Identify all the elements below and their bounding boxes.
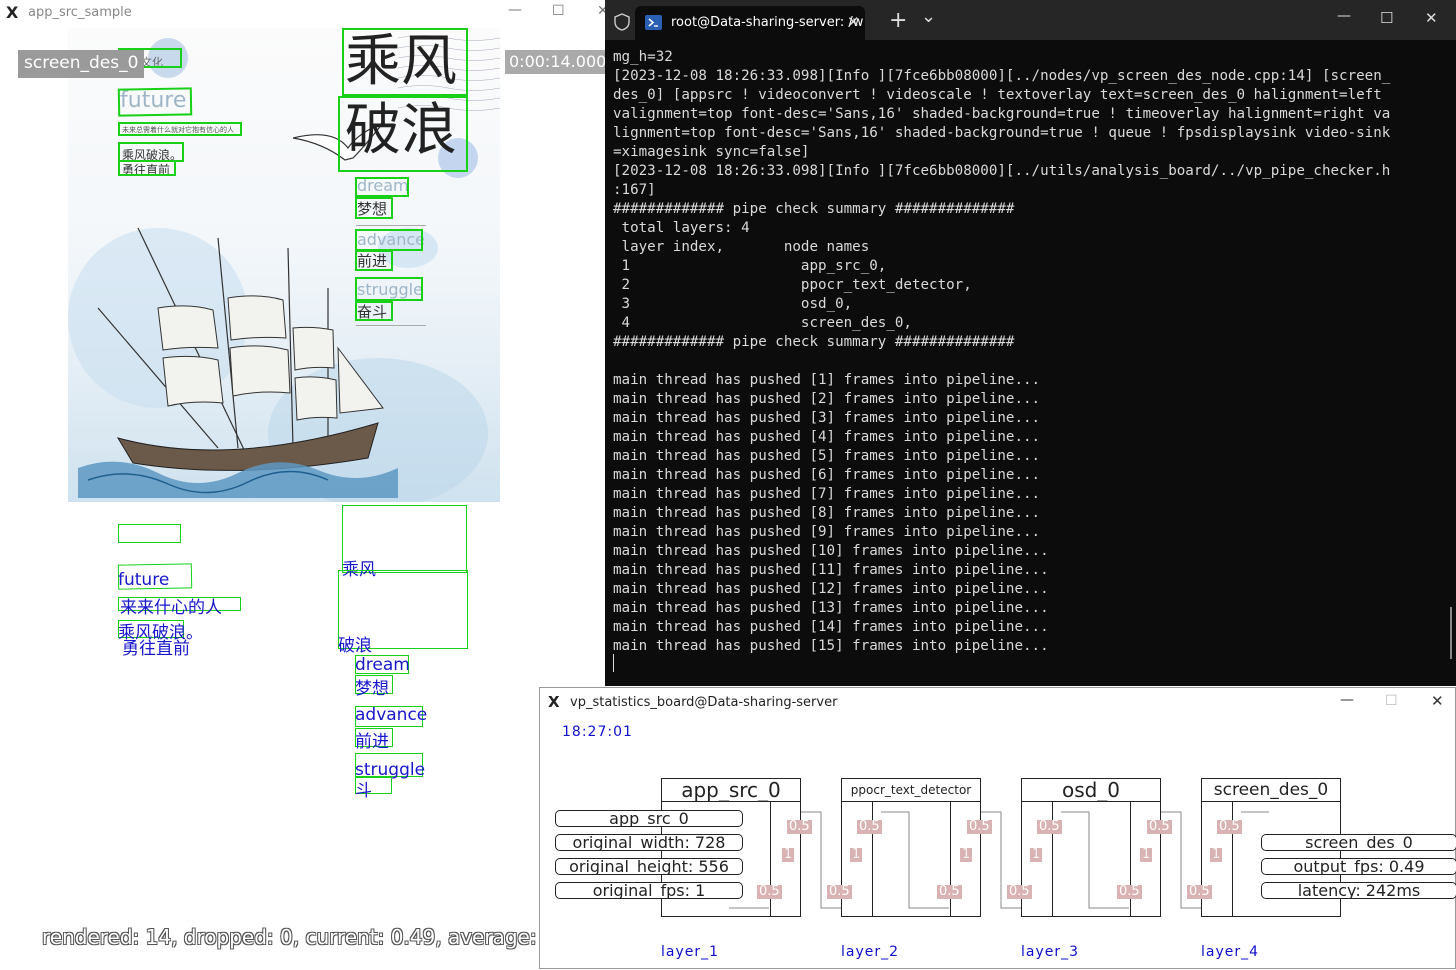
terminal-line: [2023-12-08 18:26:33.098][Info ][7fce6bb…: [613, 68, 1391, 84]
ocr-box: [342, 28, 468, 96]
ocr-result-box: [118, 524, 181, 543]
terminal-line: ############# pipe check summary #######…: [613, 334, 1015, 350]
divider: [356, 325, 426, 326]
terminal-line: layer index, node names: [613, 239, 870, 255]
ocr-result-dream: dream: [355, 655, 410, 675]
new-tab-button[interactable]: +: [889, 8, 907, 33]
terminal-tab-title: root@Data-sharing-server: /w: [671, 15, 864, 30]
terminal-line: main thread has pushed [10] frames into …: [613, 543, 1049, 559]
ocr-result-line4: 勇往直前: [122, 639, 190, 659]
terminal-line: main thread has pushed [4] frames into p…: [613, 429, 1041, 445]
ocr-box: [355, 229, 423, 251]
ocr-result-advance-cn: 前进: [355, 732, 389, 752]
ocr-box: [355, 301, 393, 321]
minimize-button[interactable]: —: [508, 2, 522, 18]
render-stats-overlay: rendered: 14, dropped: 0, current: 0.49,…: [42, 925, 556, 949]
ocr-box: [355, 197, 393, 219]
terminal-line: main thread has pushed [11] frames into …: [613, 562, 1049, 578]
ocr-result-advance: advance: [355, 705, 428, 725]
ocr-result-struggle-cn: 斗: [355, 781, 372, 801]
ocr-result-dream-cn: 梦想: [355, 679, 389, 699]
ocr-result-future: future: [118, 570, 170, 590]
ocr-box: [118, 160, 176, 176]
terminal-line: =ximagesink sync=false]: [613, 144, 810, 160]
app-src-sample-window: X app_src_sample — ☐ ✕ 图文化 乘风 破浪 future …: [0, 0, 611, 969]
window-title: app_src_sample: [28, 5, 132, 20]
tab-close-icon[interactable]: ✕: [847, 13, 860, 31]
terminal-line: total layers: 4: [613, 220, 750, 236]
minimize-button[interactable]: —: [1337, 8, 1351, 24]
ocr-result-t2: 破浪: [338, 636, 372, 656]
terminal-tab[interactable]: root@Data-sharing-server: /w ✕: [635, 6, 865, 40]
maximize-button[interactable]: ☐: [552, 3, 565, 19]
terminal-line: 2 ppocr_text_detector,: [613, 277, 972, 293]
terminal-line: valignment=top font-desc='Sans,16' shade…: [613, 106, 1391, 122]
terminal-line: main thread has pushed [12] frames into …: [613, 581, 1049, 597]
terminal-line: main thread has pushed [2] frames into p…: [613, 391, 1041, 407]
sailing-ship-illustration: [78, 227, 398, 498]
terminal-line: :167]: [613, 182, 656, 198]
terminal-line: main thread has pushed [15] frames into …: [613, 638, 1049, 654]
ocr-box: [117, 87, 193, 117]
left-titlebar[interactable]: X app_src_sample — ☐ ✕: [0, 0, 609, 26]
terminal-line: main thread has pushed [5] frames into p…: [613, 448, 1041, 464]
terminal-tab-bar: root@Data-sharing-server: /w ✕ + ⌄ — ☐ ✕: [605, 0, 1456, 40]
terminal-line: main thread has pushed [3] frames into p…: [613, 410, 1041, 426]
divider: [356, 225, 426, 226]
terminal-scrollbar[interactable]: [1450, 607, 1452, 659]
terminal-line: mg_h=32: [613, 49, 673, 65]
terminal-line: [2023-12-08 18:26:33.098][Info ][7fce6bb…: [613, 163, 1391, 179]
terminal-line: main thread has pushed [8] frames into p…: [613, 505, 1041, 521]
ocr-box: [355, 177, 409, 197]
terminal-output[interactable]: mg_h=32 [2023-12-08 18:26:33.098][Info ][…: [613, 48, 1443, 656]
osd-time-label: 0:00:14.000: [505, 50, 611, 74]
terminal-line: 4 screen_des_0,: [613, 315, 912, 331]
terminal-line: 1 app_src_0,: [613, 258, 887, 274]
ocr-box: [118, 142, 184, 162]
terminal-line: ############# pipe check summary #######…: [613, 201, 1015, 217]
terminal-line: main thread has pushed [1] frames into p…: [613, 372, 1041, 388]
ocr-box: [355, 277, 423, 301]
terminal-line: main thread has pushed [14] frames into …: [613, 619, 1049, 635]
terminal-line: lignment=top font-desc='Sans,16' shaded-…: [613, 125, 1391, 141]
terminal-line: main thread has pushed [9] frames into p…: [613, 524, 1041, 540]
statistics-board-window: X vp_statistics_board@Data-sharing-serve…: [539, 687, 1456, 969]
terminal-window[interactable]: root@Data-sharing-server: /w ✕ + ⌄ — ☐ ✕…: [605, 0, 1456, 686]
maximize-button[interactable]: ☐: [1380, 9, 1393, 27]
tab-dropdown-icon[interactable]: ⌄: [921, 6, 936, 27]
x11-logo-icon: X: [6, 3, 19, 22]
terminal-line: main thread has pushed [7] frames into p…: [613, 486, 1041, 502]
osd-node-name-label: screen_des_0: [18, 50, 145, 78]
ocr-box: [355, 250, 393, 271]
shield-icon: [614, 13, 630, 31]
powershell-icon: [645, 15, 662, 30]
ocr-result-line2: 来来什心的人: [120, 598, 222, 618]
terminal-cursor: [613, 654, 614, 672]
terminal-line: 3 osd_0,: [613, 296, 853, 312]
pipeline-connectors: [729, 811, 1269, 909]
terminal-line: des_0] [appsrc ! videoconvert ! videosca…: [613, 87, 1382, 103]
terminal-line: main thread has pushed [6] frames into p…: [613, 467, 1041, 483]
ocr-box: [118, 122, 242, 136]
ocr-box: [338, 96, 468, 172]
close-button[interactable]: ✕: [1425, 9, 1438, 27]
terminal-line: main thread has pushed [13] frames into …: [613, 600, 1049, 616]
